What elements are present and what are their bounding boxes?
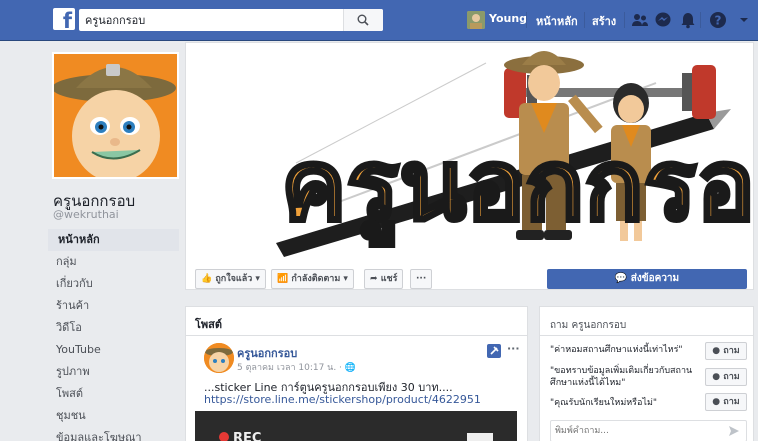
send-message-label: ส่งข้อความ xyxy=(630,273,680,284)
messenger-icon: 💬 xyxy=(614,273,628,284)
pinned-post-icon[interactable] xyxy=(487,344,501,358)
menu-item-groups[interactable]: กลุ่ม xyxy=(48,251,179,273)
cover-photo[interactable]: ครูนอกกรอบ xyxy=(185,42,754,290)
liked-button[interactable]: 👍 ถูกใจแล้ว ▾ xyxy=(195,269,266,289)
ask-card-title: ถาม ครูนอกกรอบ xyxy=(550,320,627,331)
share-label: แชร์ xyxy=(380,274,398,284)
menu-item-info-and-ads[interactable]: ข้อมูลและโฆษณา xyxy=(48,427,179,441)
ask-button[interactable]: ● ถาม xyxy=(705,342,747,360)
nav-divider xyxy=(700,12,701,28)
post-image-rec-label: REC xyxy=(233,431,261,441)
ask-button-label: ถาม xyxy=(723,397,740,407)
menu-item-photos[interactable]: รูปภาพ xyxy=(48,361,179,383)
ask-button[interactable]: ● ถาม xyxy=(705,368,747,386)
search-input[interactable] xyxy=(85,12,345,28)
divider xyxy=(186,335,527,336)
ask-button-label: ถาม xyxy=(723,346,740,356)
svg-text:?: ? xyxy=(715,14,722,28)
messenger-icon: ● xyxy=(712,346,721,356)
menu-item-shop[interactable]: ร้านค้า xyxy=(48,295,179,317)
friend-requests-icon[interactable] xyxy=(630,10,650,30)
ask-input-box xyxy=(550,420,747,441)
search-button[interactable] xyxy=(343,9,383,31)
menu-item-about[interactable]: เกี่ยวกับ xyxy=(48,273,179,295)
ask-questions-card: ถาม ครูนอกกรอบ "ค่าหอมสถานศึกษาแห่งนี้เท… xyxy=(539,306,754,441)
help-icon[interactable]: ? xyxy=(708,10,728,30)
home-link[interactable]: หน้าหลัก xyxy=(536,12,578,30)
ask-question-input[interactable] xyxy=(555,424,715,438)
account-menu-chevron-down-icon[interactable] xyxy=(734,10,754,30)
post-image[interactable]: REC xyxy=(195,411,517,441)
globe-icon: 🌐 xyxy=(344,363,356,373)
nav-divider xyxy=(624,12,625,28)
posts-card: โพสต์ ครูนอกกรอบ 5 ตุลาคม เวลา 10:17 น. … xyxy=(185,306,528,441)
facebook-logo-icon[interactable]: f xyxy=(53,8,75,30)
messenger-icon[interactable] xyxy=(653,10,673,30)
following-button[interactable]: 📶 กำลังติดตาม ▾ xyxy=(271,269,354,289)
more-options-button[interactable]: ··· xyxy=(410,269,433,289)
nav-divider xyxy=(584,12,585,28)
menu-item-posts[interactable]: โพสต์ xyxy=(48,383,179,405)
nav-divider xyxy=(526,12,527,28)
post-options-button[interactable]: ··· xyxy=(507,342,520,355)
page-handle[interactable]: @wekruthai xyxy=(53,208,119,221)
post-date-text: 5 ตุลาคม เวลา 10:17 น. · xyxy=(237,363,345,373)
page-profile-picture[interactable] xyxy=(52,52,179,179)
posts-section-title: โพสต์ xyxy=(195,318,223,331)
send-message-button[interactable]: 💬 ส่งข้อความ xyxy=(547,269,747,289)
notifications-icon[interactable] xyxy=(678,10,698,30)
post-author-avatar[interactable] xyxy=(204,343,234,373)
send-arrow-icon[interactable] xyxy=(728,425,740,437)
suggested-question[interactable]: "คุณรับนักเรียนใหม่หรือไม่" xyxy=(550,397,700,409)
ask-button[interactable]: ● ถาม xyxy=(705,393,747,411)
messenger-icon: ● xyxy=(712,397,721,407)
ask-button-label: ถาม xyxy=(723,372,740,382)
cover-logo-text: ครูนอกกรอบ xyxy=(281,129,754,247)
menu-item-youtube[interactable]: YouTube xyxy=(48,339,179,361)
user-name-link[interactable]: Young xyxy=(489,12,527,25)
divider xyxy=(540,335,753,336)
post-link[interactable]: https://store.line.me/stickershop/produc… xyxy=(204,393,481,406)
top-navigation-bar: f Young หน้าหลัก สร้าง ? xyxy=(0,0,758,41)
page-left-menu: หน้าหลัก กลุ่ม เกี่ยวกับ ร้านค้า วิดีโอ … xyxy=(48,229,179,441)
create-link[interactable]: สร้าง xyxy=(592,12,616,30)
post-timestamp[interactable]: 5 ตุลาคม เวลา 10:17 น. · 🌐 xyxy=(237,360,356,374)
following-label: กำลังติดตาม xyxy=(291,274,341,284)
menu-item-home[interactable]: หน้าหลัก xyxy=(48,229,179,251)
share-button[interactable]: ➦ แชร์ xyxy=(364,269,404,289)
liked-label: ถูกใจแล้ว xyxy=(215,274,253,284)
search-box xyxy=(79,9,383,31)
menu-item-videos[interactable]: วิดีโอ xyxy=(48,317,179,339)
messenger-icon: ● xyxy=(712,372,721,382)
suggested-question[interactable]: "ขอทราบข้อมูลเพิ่มเติมเกี่ยวกับสถานศึกษา… xyxy=(550,365,700,389)
user-avatar[interactable] xyxy=(467,11,485,29)
menu-item-community[interactable]: ชุมชน xyxy=(48,405,179,427)
search-icon xyxy=(357,14,369,26)
suggested-question[interactable]: "ค่าหอมสถานศึกษาแห่งนี้เท่าไหร่" xyxy=(550,344,700,356)
